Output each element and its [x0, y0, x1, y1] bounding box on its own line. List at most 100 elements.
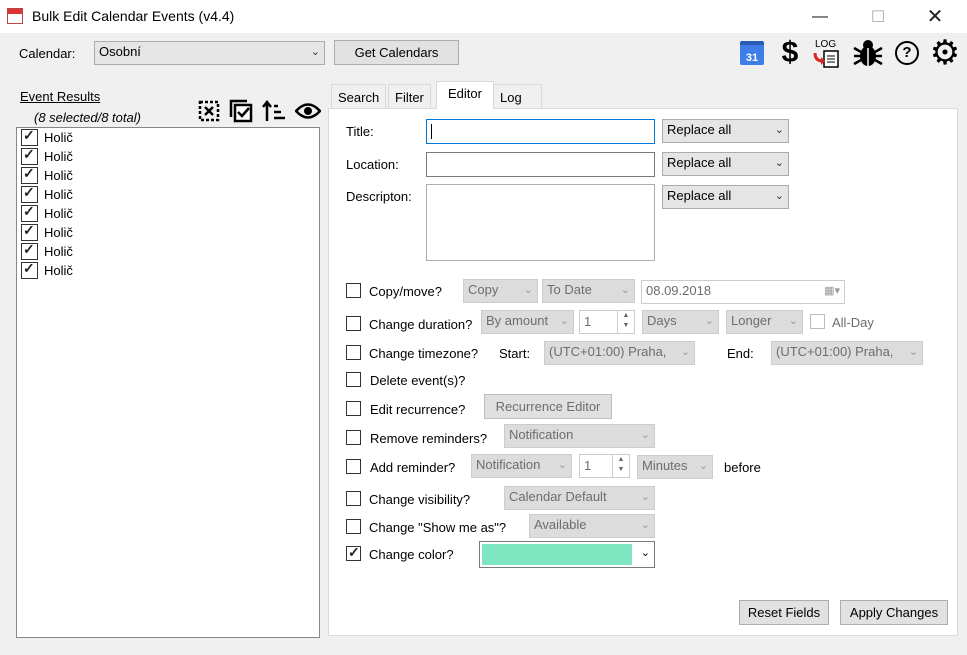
reminder-amount-value: 1	[584, 458, 592, 473]
list-item[interactable]: Holič	[21, 127, 73, 147]
log-file-icon[interactable]: LOG	[811, 37, 847, 69]
list-item-checkbox[interactable]	[21, 260, 38, 279]
chevron-down-icon: ⌄	[620, 284, 630, 296]
visibility-value: Calendar Default	[509, 489, 607, 504]
chevron-down-icon: ⌄	[640, 491, 650, 503]
list-item-checkbox[interactable]	[21, 165, 38, 184]
copy-move-checkbox[interactable]	[346, 283, 361, 298]
location-mode-select[interactable]: Replace all ⌄	[662, 152, 789, 176]
reminder-unit-select[interactable]: Minutes ⌄	[637, 455, 713, 479]
description-mode-select[interactable]: Replace all ⌄	[662, 185, 789, 209]
visibility-select[interactable]: Calendar Default ⌄	[504, 486, 655, 510]
list-item-checkbox[interactable]	[21, 184, 38, 203]
help-icon[interactable]: ?	[893, 37, 921, 69]
title-label: Title:	[346, 124, 374, 139]
select-all-icon[interactable]	[229, 99, 253, 123]
duration-unit-select[interactable]: Days ⌄	[642, 310, 719, 334]
location-mode-value: Replace all	[667, 155, 732, 170]
dollar-icon[interactable]: $	[776, 36, 804, 69]
list-item-checkbox[interactable]	[21, 222, 38, 241]
timezone-end-select[interactable]: (UTC+01:00) Praha, ⌄	[771, 341, 923, 365]
list-item-checkbox[interactable]	[21, 146, 38, 165]
google-calendar-icon[interactable]: 31	[737, 37, 767, 69]
maximize-icon[interactable]: ☐	[855, 0, 901, 33]
event-results-title[interactable]: Event Results	[20, 89, 100, 104]
show-as-select[interactable]: Available ⌄	[529, 514, 655, 538]
duration-amount-stepper[interactable]: 1 ▲ ▼	[579, 310, 635, 334]
copy-date-picker[interactable]: 08.09.2018 ▦▾	[641, 280, 845, 304]
edit-recurrence-label: Edit recurrence?	[370, 402, 466, 417]
event-results-list[interactable]: Holič Holič Holič Holič Holič Holič Holi…	[16, 127, 320, 638]
timezone-start-select[interactable]: (UTC+01:00) Praha, ⌄	[544, 341, 695, 365]
list-item[interactable]: Holič	[21, 222, 73, 242]
view-icon[interactable]	[294, 99, 322, 123]
color-select[interactable]: ⌄	[479, 541, 655, 568]
tab-filter[interactable]: Filter	[388, 84, 431, 108]
list-item-label: Holič	[44, 168, 73, 183]
close-icon[interactable]: ✕	[912, 0, 958, 33]
tab-search[interactable]: Search	[331, 84, 387, 108]
log-icon-text: LOG	[815, 39, 836, 50]
timezone-start-value: (UTC+01:00) Praha,	[549, 344, 667, 359]
list-item[interactable]: Holič	[21, 146, 73, 166]
list-item[interactable]: Holič	[21, 184, 73, 204]
copy-target-select[interactable]: To Date ⌄	[542, 279, 635, 303]
location-input[interactable]	[426, 152, 655, 177]
add-reminder-type-select[interactable]: Notification ⌄	[471, 454, 572, 478]
change-color-checkbox[interactable]	[346, 544, 361, 561]
edit-recurrence-checkbox[interactable]	[346, 401, 361, 416]
duration-direction-select[interactable]: Longer ⌄	[726, 310, 803, 334]
sort-icon[interactable]	[262, 99, 286, 123]
chevron-down-icon: ⌄	[640, 519, 650, 531]
get-calendars-button[interactable]: Get Calendars	[334, 40, 459, 65]
select-none-icon[interactable]	[197, 99, 221, 123]
reminder-amount-stepper[interactable]: 1 ▲ ▼	[579, 454, 630, 478]
list-item-label: Holič	[44, 187, 73, 202]
remove-reminder-type-select[interactable]: Notification ⌄	[504, 424, 655, 448]
gear-icon[interactable]: ⚙	[928, 34, 962, 72]
tab-editor[interactable]: Editor	[436, 81, 494, 109]
calendar-label: Calendar:	[19, 46, 76, 61]
description-input[interactable]	[426, 184, 655, 261]
reminder-before-label: before	[724, 460, 761, 475]
calendar-select[interactable]: Osobní ⌄	[94, 41, 325, 65]
change-show-as-checkbox[interactable]	[346, 519, 361, 534]
copy-target-value: To Date	[547, 282, 592, 297]
list-item-checkbox[interactable]	[21, 241, 38, 260]
change-duration-checkbox[interactable]	[346, 316, 361, 331]
up-down-icon[interactable]: ▲ ▼	[617, 311, 634, 333]
list-item[interactable]: Holič	[21, 165, 73, 185]
copy-action-select[interactable]: Copy ⌄	[463, 279, 538, 303]
change-timezone-checkbox[interactable]	[346, 345, 361, 360]
apply-changes-button[interactable]: Apply Changes	[840, 600, 948, 625]
title-mode-select[interactable]: Replace all ⌄	[662, 119, 789, 143]
reset-fields-button[interactable]: Reset Fields	[739, 600, 829, 625]
remove-reminders-checkbox[interactable]	[346, 430, 361, 445]
add-reminder-checkbox[interactable]	[346, 459, 361, 474]
change-color-label: Change color?	[369, 547, 454, 562]
all-day-checkbox[interactable]	[810, 314, 825, 329]
list-item-checkbox[interactable]	[21, 203, 38, 222]
chevron-down-icon: ⌄	[559, 315, 569, 327]
chevron-down-icon: ⌄	[310, 46, 320, 58]
timezone-end-label: End:	[727, 346, 754, 361]
minimize-icon[interactable]: —	[797, 0, 843, 33]
list-item[interactable]: Holič	[21, 241, 73, 261]
list-item[interactable]: Holič	[21, 203, 73, 223]
list-item-checkbox[interactable]	[21, 127, 38, 146]
title-input[interactable]	[426, 119, 655, 144]
up-down-icon[interactable]: ▲ ▼	[612, 455, 629, 477]
duration-amount-value: 1	[584, 314, 592, 329]
recurrence-editor-button[interactable]: Recurrence Editor	[484, 394, 612, 419]
description-mode-value: Replace all	[667, 188, 732, 203]
list-item[interactable]: Holič	[21, 260, 73, 280]
chevron-down-icon: ⌄	[774, 157, 784, 169]
tab-log[interactable]: Log	[493, 84, 542, 108]
delete-events-checkbox[interactable]	[346, 372, 361, 387]
duration-method-select[interactable]: By amount ⌄	[481, 310, 574, 334]
change-visibility-checkbox[interactable]	[346, 491, 361, 506]
bug-icon[interactable]	[851, 37, 885, 69]
timezone-start-label: Start:	[499, 346, 531, 361]
duration-direction-value: Longer	[731, 313, 772, 328]
chevron-down-icon: ⌄	[788, 315, 798, 327]
